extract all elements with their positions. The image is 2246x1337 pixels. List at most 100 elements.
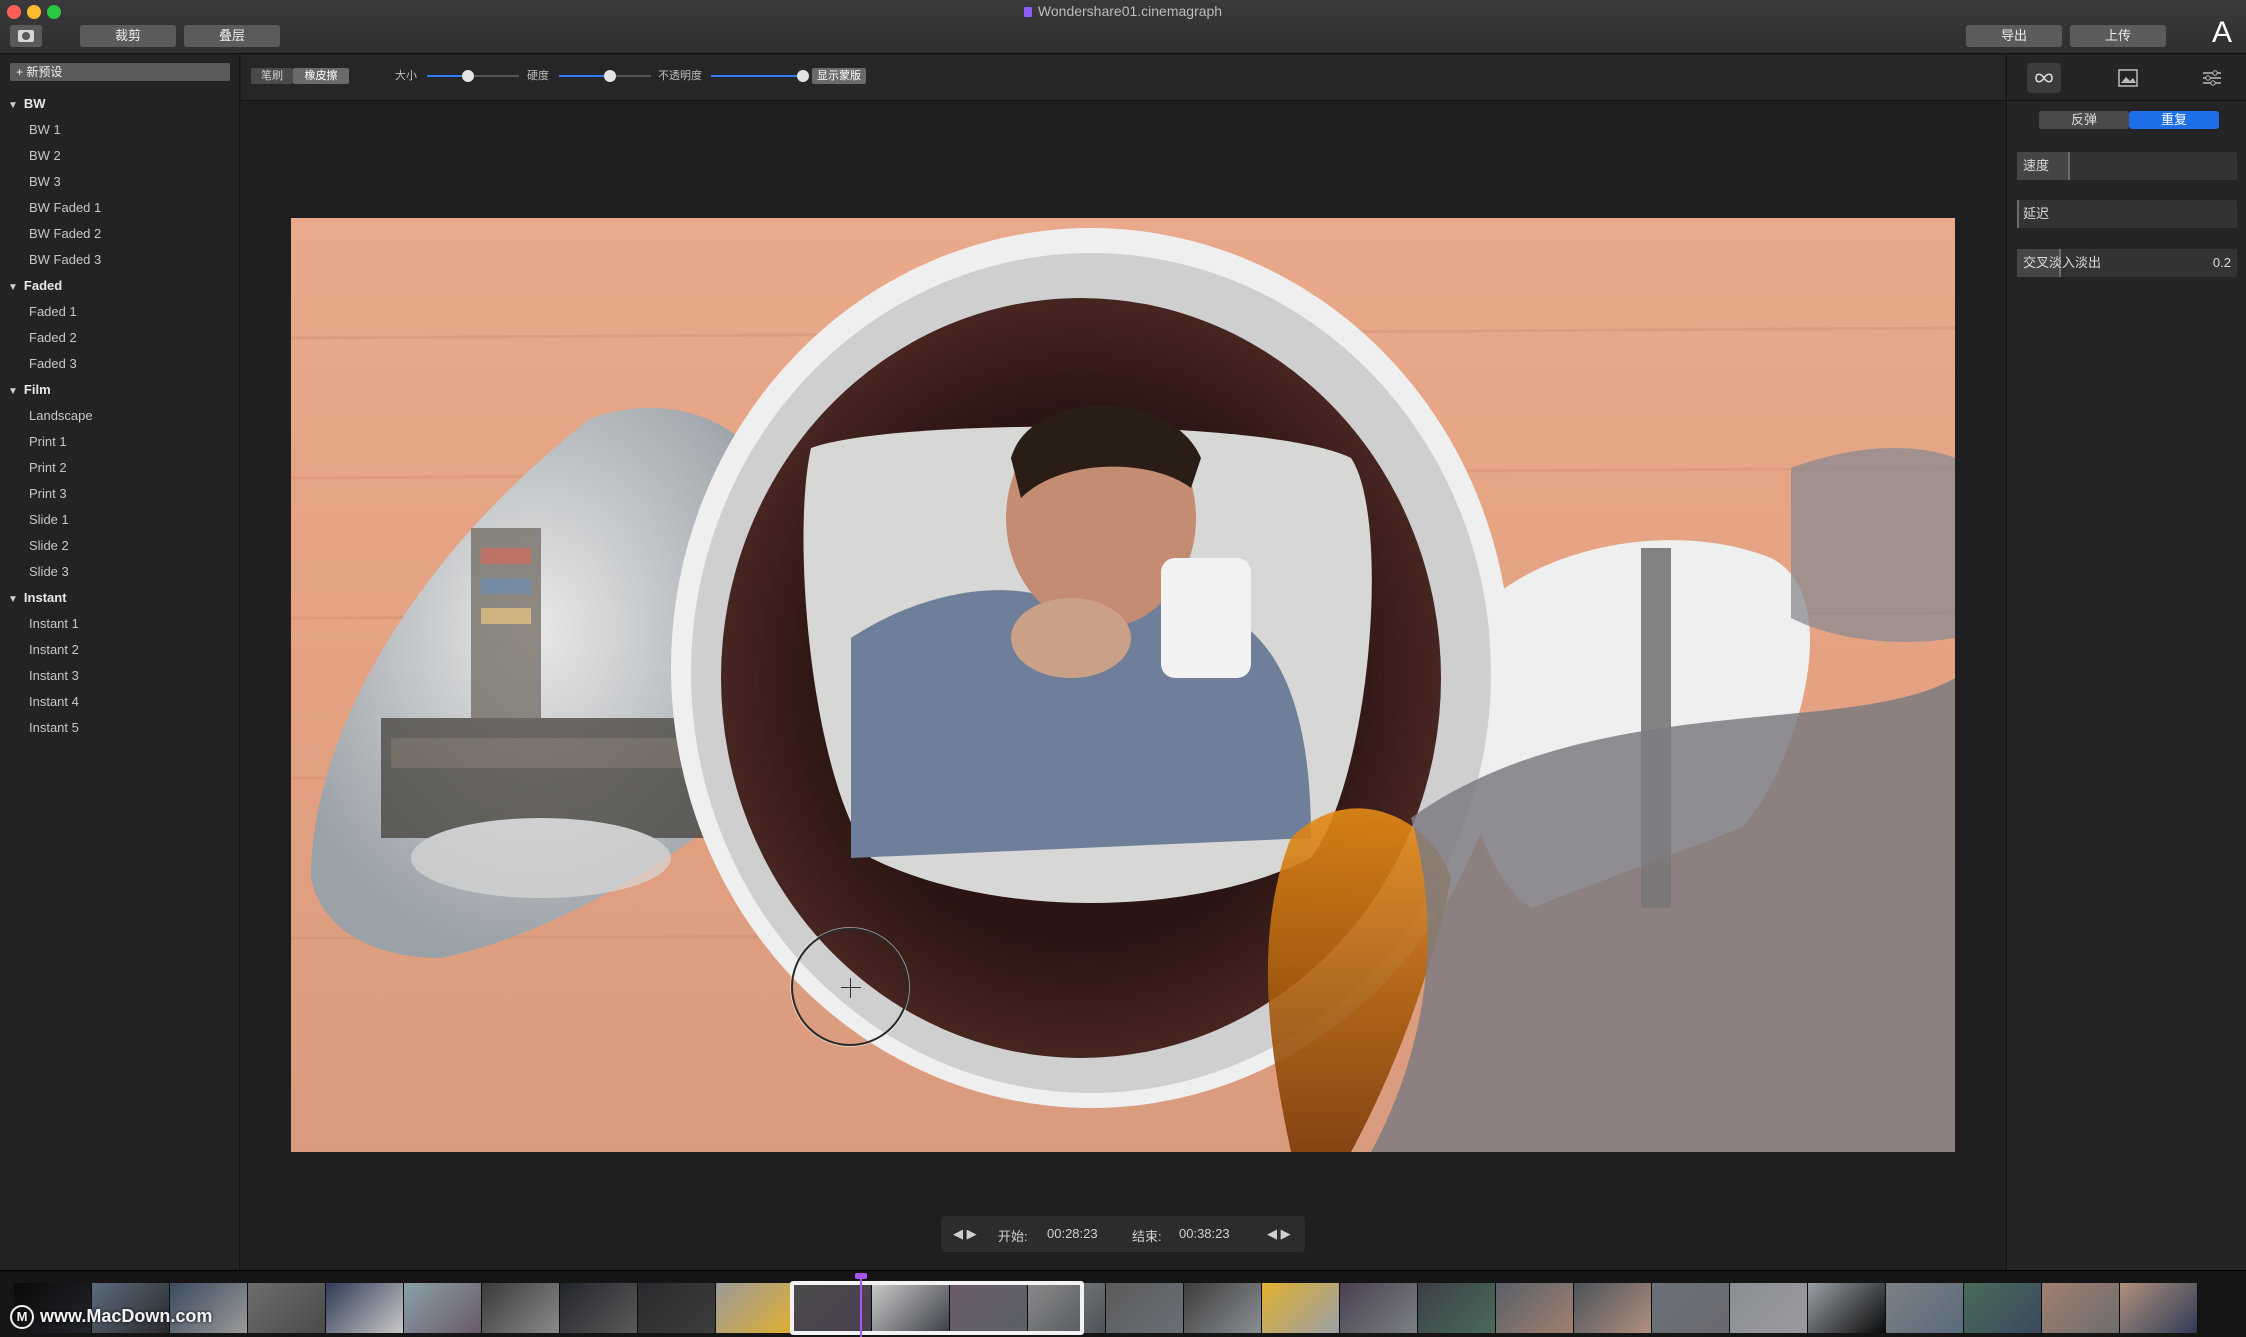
disclosure-triangle-icon[interactable]: ▼ — [8, 275, 18, 301]
mode-repeat-button[interactable]: 重复 — [2129, 111, 2219, 129]
hardness-slider-fill — [559, 75, 610, 77]
camera-button[interactable] — [10, 25, 42, 47]
hardness-slider[interactable] — [559, 70, 651, 82]
opacity-slider-fill — [711, 75, 803, 77]
filmstrip-frame[interactable] — [1730, 1283, 1808, 1333]
new-preset-button[interactable]: + 新预设 — [10, 63, 230, 81]
export-button[interactable]: 导出 — [1966, 25, 2062, 47]
image-icon — [2118, 69, 2138, 87]
show-mask-button[interactable]: 显示蒙版 — [812, 68, 866, 84]
preset-item[interactable]: Faded 3 — [0, 351, 240, 377]
watermark: Mwww.MacDown.com — [10, 1305, 212, 1329]
preset-item[interactable]: Instant 2 — [0, 637, 240, 663]
filmstrip-frame[interactable] — [1262, 1283, 1340, 1333]
preset-item[interactable]: Slide 3 — [0, 559, 240, 585]
speed-slider[interactable]: 速度 — [2017, 152, 2237, 180]
end-time[interactable]: 00:38:23 — [1179, 1226, 1230, 1241]
document-icon — [1023, 7, 1032, 17]
filmstrip-frame[interactable] — [1106, 1283, 1184, 1333]
filmstrip-frame[interactable] — [638, 1283, 716, 1333]
filmstrip-timeline[interactable]: Mwww.MacDown.com — [0, 1270, 2246, 1337]
preset-item[interactable]: BW 3 — [0, 169, 240, 195]
filmstrip-frame[interactable] — [1652, 1283, 1730, 1333]
delay-label: 延迟 — [2023, 206, 2050, 221]
end-step-buttons[interactable]: ◀ ▶ — [1267, 1226, 1291, 1242]
tab-image-adjust[interactable] — [2111, 63, 2145, 93]
disclosure-triangle-icon[interactable]: ▼ — [8, 587, 18, 613]
filmstrip-frame[interactable] — [1808, 1283, 1886, 1333]
preset-item[interactable]: Print 3 — [0, 481, 240, 507]
mode-bounce-button[interactable]: 反弹 — [2039, 111, 2129, 129]
size-slider-knob[interactable] — [462, 70, 475, 82]
preset-item[interactable]: BW Faded 2 — [0, 221, 240, 247]
size-slider[interactable] — [427, 70, 519, 82]
preset-item[interactable]: Print 1 — [0, 429, 240, 455]
brush-cursor — [791, 928, 909, 1046]
camera-icon — [18, 30, 34, 42]
filmstrip-frame[interactable] — [1340, 1283, 1418, 1333]
preset-group-faded[interactable]: ▼ Faded — [0, 273, 240, 299]
preset-item[interactable]: Faded 2 — [0, 325, 240, 351]
filmstrip-frame[interactable] — [560, 1283, 638, 1333]
filmstrip-frame[interactable] — [2042, 1283, 2120, 1333]
preset-item[interactable]: BW 1 — [0, 117, 240, 143]
preset-item[interactable]: Slide 1 — [0, 507, 240, 533]
filmstrip-frame[interactable] — [1964, 1283, 2042, 1333]
filmstrip-frames — [14, 1283, 2198, 1333]
preview-image — [291, 218, 1955, 1152]
preset-item[interactable]: Slide 2 — [0, 533, 240, 559]
preset-group-bw[interactable]: ▼ BW — [0, 91, 240, 117]
preset-item[interactable]: Instant 3 — [0, 663, 240, 689]
preset-sidebar: + 新预设 ▼ BW BW 1 BW 2 BW 3 BW Faded 1 BW Faded … — [0, 55, 240, 1270]
preset-item[interactable]: Landscape — [0, 403, 240, 429]
filmstrip-frame[interactable] — [1574, 1283, 1652, 1333]
start-time[interactable]: 00:28:23 — [1047, 1226, 1098, 1241]
filmstrip-frame[interactable] — [1496, 1283, 1574, 1333]
preset-item[interactable]: Instant 4 — [0, 689, 240, 715]
opacity-slider-knob[interactable] — [797, 70, 809, 82]
loop-range-selection[interactable] — [790, 1281, 1084, 1335]
playhead[interactable] — [855, 1273, 867, 1337]
disclosure-triangle-icon[interactable]: ▼ — [8, 93, 18, 119]
delay-slider[interactable]: 延迟 — [2017, 200, 2237, 228]
crossfade-slider[interactable]: 交叉淡入淡出 0.2 — [2017, 249, 2237, 277]
preset-group-film[interactable]: ▼ Film — [0, 377, 240, 403]
eraser-tool-button[interactable]: 橡皮擦 — [293, 68, 349, 84]
filmstrip-frame[interactable] — [2120, 1283, 2198, 1333]
trim-controls: ◀ ▶ 开始: 00:28:23 结束: 00:38:23 ◀ ▶ — [941, 1216, 1305, 1252]
start-step-buttons[interactable]: ◀ ▶ — [953, 1226, 977, 1242]
preset-item[interactable]: Instant 1 — [0, 611, 240, 637]
opacity-slider[interactable] — [711, 70, 809, 82]
filmstrip-frame[interactable] — [1886, 1283, 1964, 1333]
preset-group-instant[interactable]: ▼ Instant — [0, 585, 240, 611]
tab-loop[interactable] — [2027, 63, 2061, 93]
filmstrip-frame[interactable] — [716, 1283, 794, 1333]
crop-button[interactable]: 裁剪 — [80, 25, 176, 47]
inspector-tabs — [2007, 55, 2246, 101]
preset-item[interactable]: Instant 5 — [0, 715, 240, 741]
disclosure-triangle-icon[interactable]: ▼ — [8, 379, 18, 405]
preset-group-label: Instant — [23, 590, 67, 605]
preset-item[interactable]: BW Faded 3 — [0, 247, 240, 273]
size-label: 大小 — [395, 70, 417, 82]
filmstrip-frame[interactable] — [248, 1283, 326, 1333]
upload-button[interactable]: 上传 — [2070, 25, 2166, 47]
filmstrip-frame[interactable] — [404, 1283, 482, 1333]
window-title-wrap: Wondershare01.cinemagraph — [0, 3, 2246, 19]
filmstrip-frame[interactable] — [482, 1283, 560, 1333]
cinemagraph-preview[interactable] — [291, 218, 1955, 1152]
filmstrip-frame[interactable] — [326, 1283, 404, 1333]
layers-button[interactable]: 叠层 — [184, 25, 280, 47]
tab-settings[interactable] — [2195, 63, 2229, 93]
window-title: Wondershare01.cinemagraph — [1037, 3, 1223, 19]
preset-item[interactable]: Print 2 — [0, 455, 240, 481]
crossfade-label: 交叉淡入淡出 — [2023, 255, 2102, 270]
corner-glyph[interactable]: A — [2212, 16, 2242, 50]
preset-item[interactable]: Faded 1 — [0, 299, 240, 325]
brush-tool-button[interactable]: 笔刷 — [251, 68, 293, 84]
filmstrip-frame[interactable] — [1418, 1283, 1496, 1333]
hardness-slider-knob[interactable] — [603, 70, 616, 82]
preset-item[interactable]: BW Faded 1 — [0, 195, 240, 221]
preset-item[interactable]: BW 2 — [0, 143, 240, 169]
filmstrip-frame[interactable] — [1184, 1283, 1262, 1333]
